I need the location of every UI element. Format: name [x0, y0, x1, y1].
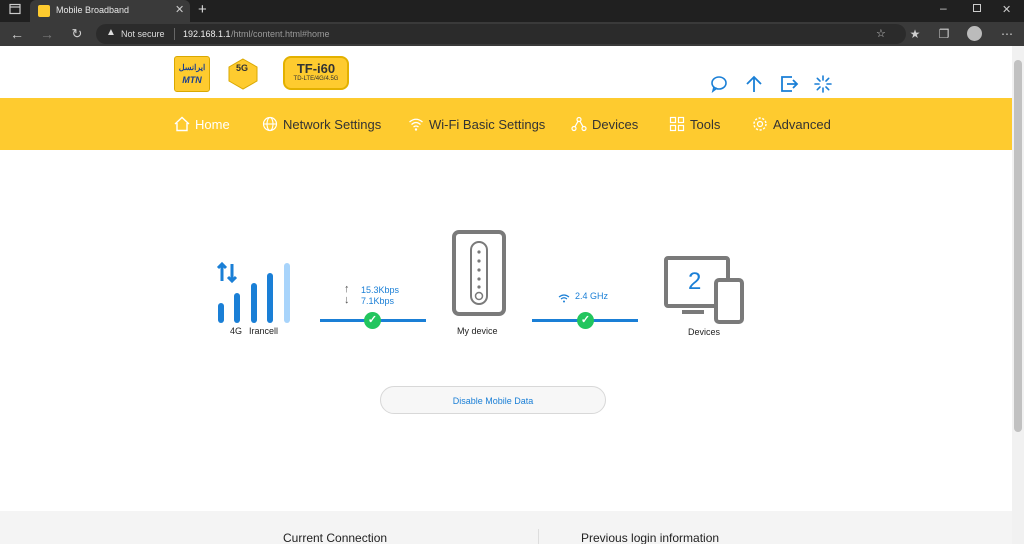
signal-strength-icon — [214, 261, 294, 323]
operator-name: Irancell — [249, 326, 279, 336]
devices-label: Devices — [688, 327, 721, 337]
url-host: 192.168.1.1 — [183, 29, 231, 39]
wifi-band: 2.4 GHz — [575, 291, 609, 301]
nav-wifi-basic-settings[interactable]: Wi-Fi Basic Settings — [408, 98, 545, 150]
favorites-icon[interactable]: ★ — [906, 24, 924, 44]
profile-avatar[interactable] — [967, 26, 982, 41]
address-bar-row: ← → ↻ ▲ Not secure 192.168.1.1 /html/con… — [0, 22, 1024, 46]
globe-icon — [262, 116, 278, 132]
5g-badge-logo: 5G — [228, 58, 258, 90]
my-device-label: My device — [457, 326, 498, 336]
more-menu-icon[interactable]: ⋯ — [998, 24, 1016, 44]
router-page: ایرانسل MTN 5G TF-i60 TD-LTE/4G/4.5G Hom… — [0, 46, 1012, 544]
nav-network-settings[interactable]: Network Settings — [262, 98, 381, 150]
reload-icon[interactable]: ↻ — [68, 24, 86, 44]
nav-advanced-label: Advanced — [773, 116, 831, 132]
close-window-icon[interactable]: ✕ — [1002, 3, 1011, 16]
section-divider — [538, 529, 539, 544]
disable-mobile-data-button[interactable]: Disable Mobile Data — [380, 386, 606, 414]
nav-tools-label: Tools — [690, 116, 721, 132]
forward-icon[interactable]: → — [38, 24, 56, 44]
message-icon[interactable] — [709, 74, 729, 94]
current-connection-title: Current Connection — [283, 531, 388, 544]
wan-ok-icon: ✓ — [364, 312, 381, 329]
model-logo: TF-i60 TD-LTE/4G/4.5G — [283, 56, 349, 90]
nav-advanced[interactable]: Advanced — [752, 98, 831, 150]
nav-network-label: Network Settings — [283, 116, 382, 132]
url-divider — [174, 28, 175, 40]
minimize-icon[interactable]: – — [940, 1, 947, 15]
nav-tools[interactable]: Tools — [669, 98, 720, 150]
browser-tab[interactable]: Mobile Broadband ✕ — [30, 0, 190, 22]
router-device-icon — [452, 230, 506, 316]
upload-icon[interactable] — [744, 74, 764, 94]
add-favorite-icon[interactable]: ☆ — [876, 27, 886, 40]
tab-favicon-icon — [38, 5, 50, 17]
restore-icon[interactable] — [973, 4, 981, 12]
nav-home[interactable]: Home — [174, 98, 230, 150]
url-path: /html/content.html#home — [231, 29, 330, 39]
wifi-icon — [409, 118, 423, 131]
browser-tab-bar: Mobile Broadband ✕ + – ✕ — [0, 0, 1024, 22]
mtn-logo: ایرانسل MTN — [174, 56, 210, 92]
tab-title: Mobile Broadband — [56, 5, 130, 15]
back-icon[interactable]: ← — [8, 24, 26, 44]
nav-wifi-label: Wi-Fi Basic Settings — [429, 116, 546, 132]
url-field[interactable]: ▲ Not secure 192.168.1.1 /html/content.h… — [96, 24, 906, 44]
logout-icon[interactable] — [779, 74, 799, 94]
download-arrow-icon: ↓ — [344, 294, 350, 306]
main-nav: Home Network Settings Wi-Fi Basic Settin… — [0, 98, 1012, 150]
wifi-ok-icon: ✓ — [577, 312, 594, 329]
gear-icon — [753, 117, 767, 131]
window-menu-icon[interactable] — [6, 1, 24, 21]
security-label: Not secure — [121, 29, 165, 39]
loading-icon[interactable] — [813, 74, 833, 94]
bottom-info-panel: Current Connection Previous login inform… — [0, 511, 1012, 544]
previous-login-title: Previous login information — [581, 531, 720, 544]
connected-devices-icon[interactable]: 2 — [664, 256, 746, 326]
network-icon — [571, 116, 587, 132]
devices-count: 2 — [688, 268, 702, 295]
download-speed: 7.1Kbps — [361, 296, 395, 306]
tools-icon — [669, 116, 685, 132]
home-icon — [174, 116, 190, 132]
tab-close-icon[interactable]: ✕ — [175, 3, 184, 16]
network-type: 4G — [230, 326, 243, 336]
upload-speed: 15.3Kbps — [361, 285, 400, 295]
page-scrollbar[interactable] — [1012, 46, 1024, 544]
wifi-small-icon — [558, 290, 570, 308]
new-tab-button[interactable]: + — [198, 1, 207, 18]
nav-devices[interactable]: Devices — [571, 98, 638, 150]
collections-icon[interactable]: ❐ — [935, 24, 953, 44]
scrollbar-thumb[interactable] — [1014, 60, 1022, 432]
nav-devices-label: Devices — [592, 116, 639, 132]
warning-icon: ▲ — [106, 27, 116, 38]
nav-home-label: Home — [195, 116, 230, 132]
